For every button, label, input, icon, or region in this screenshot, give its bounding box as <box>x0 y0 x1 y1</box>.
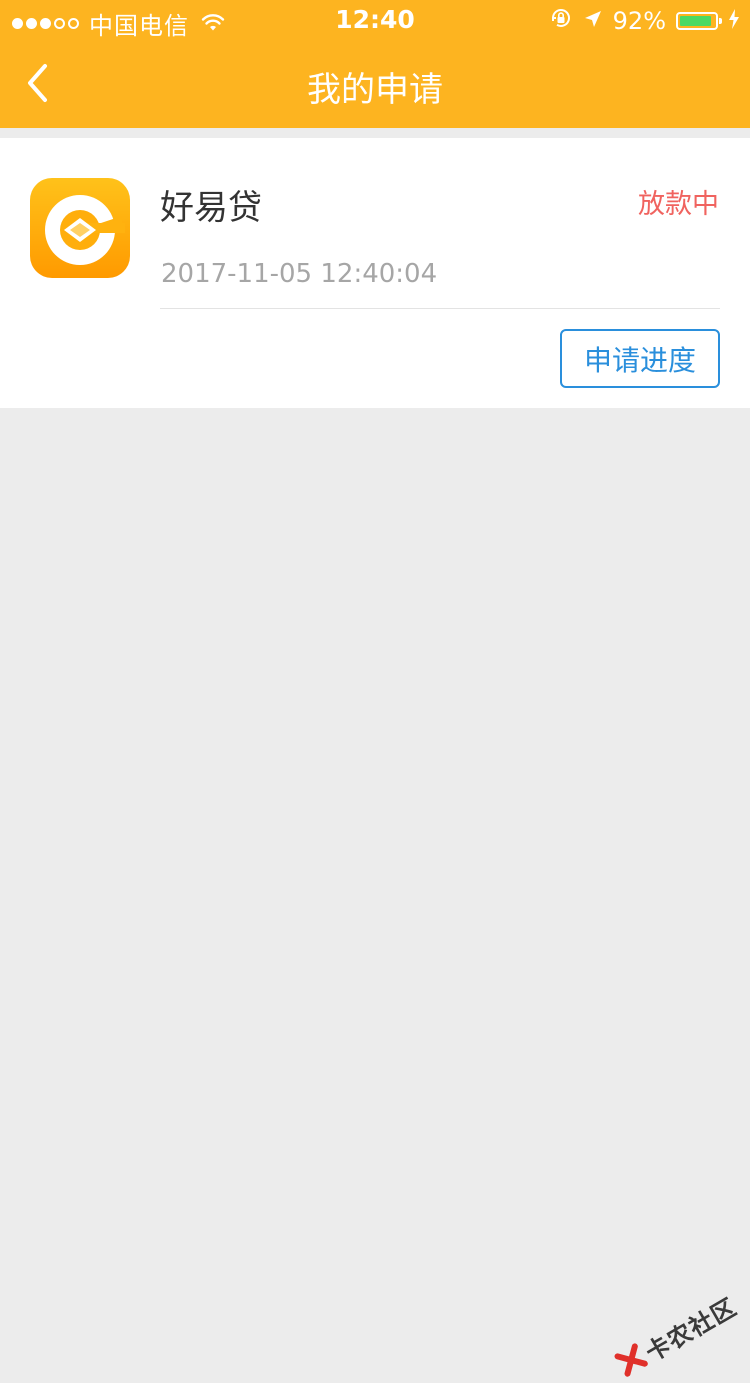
watermark-text: 卡农社区 <box>640 1292 742 1368</box>
application-progress-button[interactable]: 申请进度 <box>560 329 720 388</box>
rotation-lock-icon <box>549 6 573 36</box>
battery-fill <box>680 16 712 26</box>
status-badge: 放款中 <box>638 189 719 220</box>
navigation-bar: 我的申请 <box>0 40 750 128</box>
charging-bolt-icon <box>728 7 740 35</box>
app-name: 好易贷 <box>160 188 262 228</box>
page-title: 我的申请 <box>307 70 443 110</box>
location-arrow-icon <box>583 7 603 35</box>
battery-percent: 92% <box>612 7 666 35</box>
application-card[interactable]: 好易贷 放款中 2017-11-05 12:40:04 申请进度 <box>0 138 750 408</box>
status-bar: 中国电信 12:40 92% <box>0 0 750 40</box>
battery-icon <box>676 12 722 30</box>
status-right: 92% <box>549 6 740 36</box>
header: 中国电信 12:40 92% 我的申请 <box>0 0 750 128</box>
application-timestamp: 2017-11-05 12:40:04 <box>161 259 438 289</box>
app-logo-icon <box>30 178 130 278</box>
divider <box>160 308 720 309</box>
watermark: 卡农社区 <box>612 1288 742 1383</box>
